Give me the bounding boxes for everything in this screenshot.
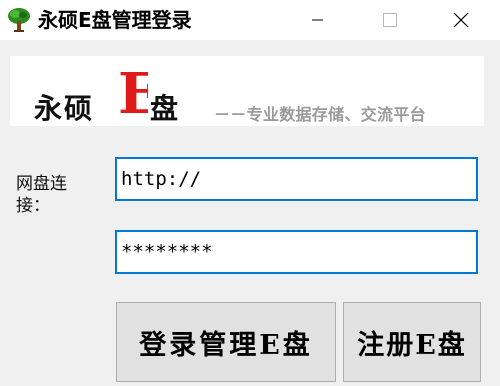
password-input[interactable] [115,230,478,274]
close-button[interactable] [438,0,484,40]
register-button[interactable]: 注册E盘 [343,302,481,382]
logo-text: 永硕 [34,92,95,125]
logo-e-glyph: E [118,61,148,123]
minimize-button[interactable] [295,0,341,40]
maximize-icon [383,13,397,27]
maximize-button[interactable] [367,0,413,40]
logo-e-letter: E [118,61,148,123]
window-title: 永硕E盘管理登录 [38,8,192,32]
minimize-icon [312,19,323,21]
title-bar[interactable]: 永硕E盘管理登录 [0,0,500,40]
tagline: －－专业数据存储、交流平台 [214,105,426,124]
url-input[interactable] [115,157,478,201]
brand-banner: 永硕 E 盘 －－专业数据存储、交流平台 [10,56,484,126]
connection-label: 网盘连接： [16,174,67,216]
login-button[interactable]: 登录管理E盘 [116,302,336,382]
close-icon [453,12,469,28]
logo-pan-text: 盘 [150,92,179,125]
tree-icon [8,8,30,32]
